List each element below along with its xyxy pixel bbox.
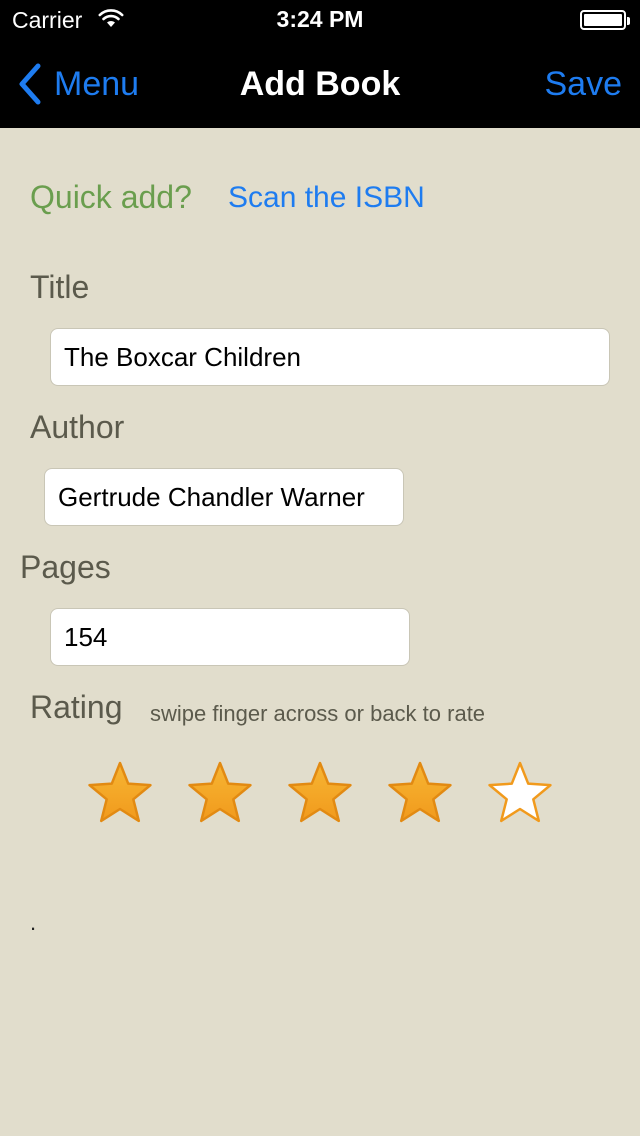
- rating-label: Rating: [30, 689, 123, 725]
- star-filled-icon[interactable]: [387, 760, 453, 826]
- author-field[interactable]: [44, 468, 404, 526]
- top-bar: Carrier 3:24 PM Menu Add Book Save: [0, 0, 640, 128]
- quick-add-label: Quick add?: [30, 179, 192, 215]
- title-field[interactable]: [50, 328, 610, 386]
- pages-label: Pages: [20, 549, 111, 585]
- save-button[interactable]: Save: [545, 65, 623, 104]
- star-filled-icon[interactable]: [87, 760, 153, 826]
- footer-text: .: [30, 910, 37, 935]
- rating-hint: swipe finger across or back to rate: [150, 701, 486, 726]
- status-time: 3:24 PM: [276, 6, 364, 32]
- title-label: Title: [30, 269, 90, 305]
- author-label: Author: [30, 409, 125, 445]
- battery-icon: [580, 10, 630, 30]
- scan-isbn-link[interactable]: Scan the ISBN: [228, 181, 425, 215]
- star-empty-icon[interactable]: [487, 760, 553, 826]
- star-filled-icon[interactable]: [187, 760, 253, 826]
- star-filled-icon[interactable]: [287, 760, 353, 826]
- pages-field[interactable]: [50, 608, 410, 666]
